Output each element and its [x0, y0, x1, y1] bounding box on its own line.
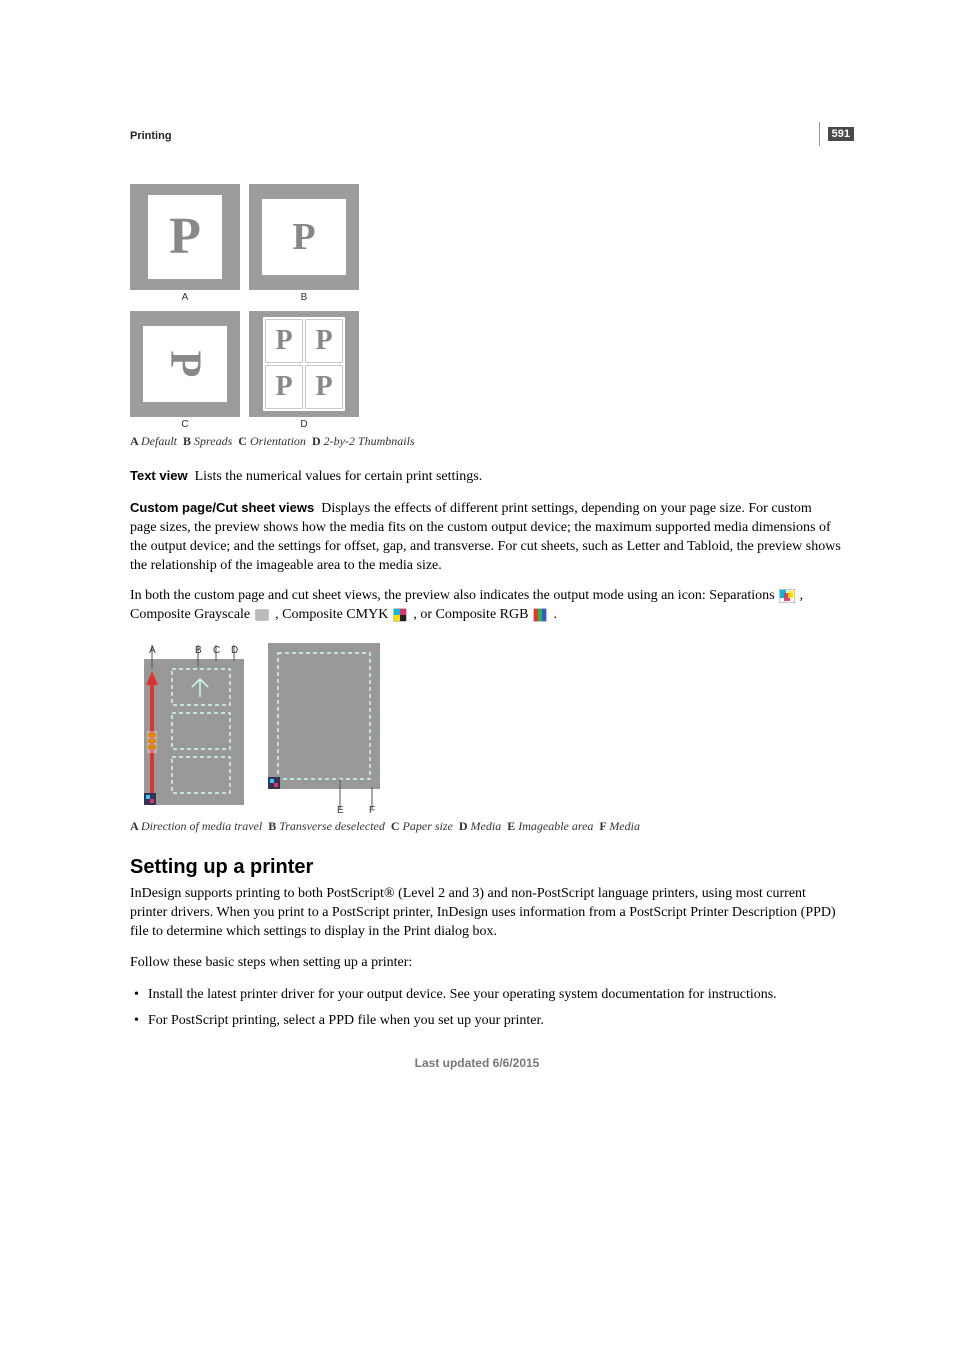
- setting-up-p2: Follow these basic steps when setting up…: [130, 954, 841, 973]
- fig2-right-diagram: E F: [262, 637, 386, 815]
- rgb-icon: [533, 608, 549, 622]
- svg-text:F: F: [369, 805, 375, 815]
- fig1-tile-default: P: [130, 184, 240, 290]
- custom-view-paragraph: Custom page/Cut sheet views Displays the…: [130, 499, 841, 576]
- text-view-paragraph: Text view Lists the numerical values for…: [130, 467, 841, 487]
- text-view-body: Lists the numerical values for certain p…: [195, 469, 483, 484]
- fig2-caption: A Direction of media travel B Transverse…: [130, 819, 841, 834]
- text-view-label: Text view: [130, 468, 188, 483]
- fig1-tile-spreads: P: [249, 184, 359, 290]
- fig1-label-c: C: [130, 419, 240, 430]
- list-item: For PostScript printing, select a PPD fi…: [130, 1011, 841, 1031]
- section-header: Printing: [130, 130, 841, 142]
- letter-p-glyph: P: [169, 211, 201, 263]
- grayscale-icon: [255, 608, 271, 622]
- svg-text:A: A: [149, 645, 156, 656]
- separations-icon: [779, 589, 795, 603]
- output-modes-paragraph: In both the custom page and cut sheet vi…: [130, 587, 841, 625]
- letter-p-glyph: P: [275, 327, 292, 355]
- svg-text:B: B: [195, 645, 202, 656]
- svg-text:E: E: [337, 805, 344, 815]
- letter-p-glyph: P: [292, 218, 315, 256]
- fig1-caption: A Default B Spreads C Orientation D 2-by…: [130, 434, 841, 449]
- page-number-rule: 591: [819, 122, 854, 146]
- footer-last-updated: Last updated 6/6/2015: [0, 1056, 954, 1070]
- figure-media-travel: A B C D E F: [130, 637, 841, 815]
- heading-setting-up-printer: Setting up a printer: [130, 856, 841, 879]
- letter-p-glyph: P: [315, 327, 332, 355]
- setting-up-p1: InDesign supports printing to both PostS…: [130, 885, 841, 942]
- fig1-label-d: D: [249, 419, 359, 430]
- list-item: Install the latest printer driver for yo…: [130, 985, 841, 1005]
- fig1-label-a: A: [130, 292, 240, 303]
- fig1-tile-orientation: P: [130, 311, 240, 417]
- letter-p-glyph: P: [315, 373, 332, 401]
- letter-p-rotated-glyph: P: [163, 351, 207, 378]
- cmyk-icon: [393, 608, 409, 622]
- fig2-left-diagram: A B C D: [130, 645, 250, 815]
- fig1-label-b: B: [249, 292, 359, 303]
- setting-up-bullets: Install the latest printer driver for yo…: [130, 985, 841, 1032]
- letter-p-glyph: P: [275, 373, 292, 401]
- custom-view-label: Custom page/Cut sheet views: [130, 500, 314, 515]
- svg-text:C: C: [213, 645, 220, 656]
- figure-page-fit-options: P P A B P P P P P C: [130, 184, 359, 430]
- page-number: 591: [828, 127, 854, 141]
- svg-text:D: D: [231, 645, 238, 656]
- fig1-tile-thumbnails: P P P P: [249, 311, 359, 417]
